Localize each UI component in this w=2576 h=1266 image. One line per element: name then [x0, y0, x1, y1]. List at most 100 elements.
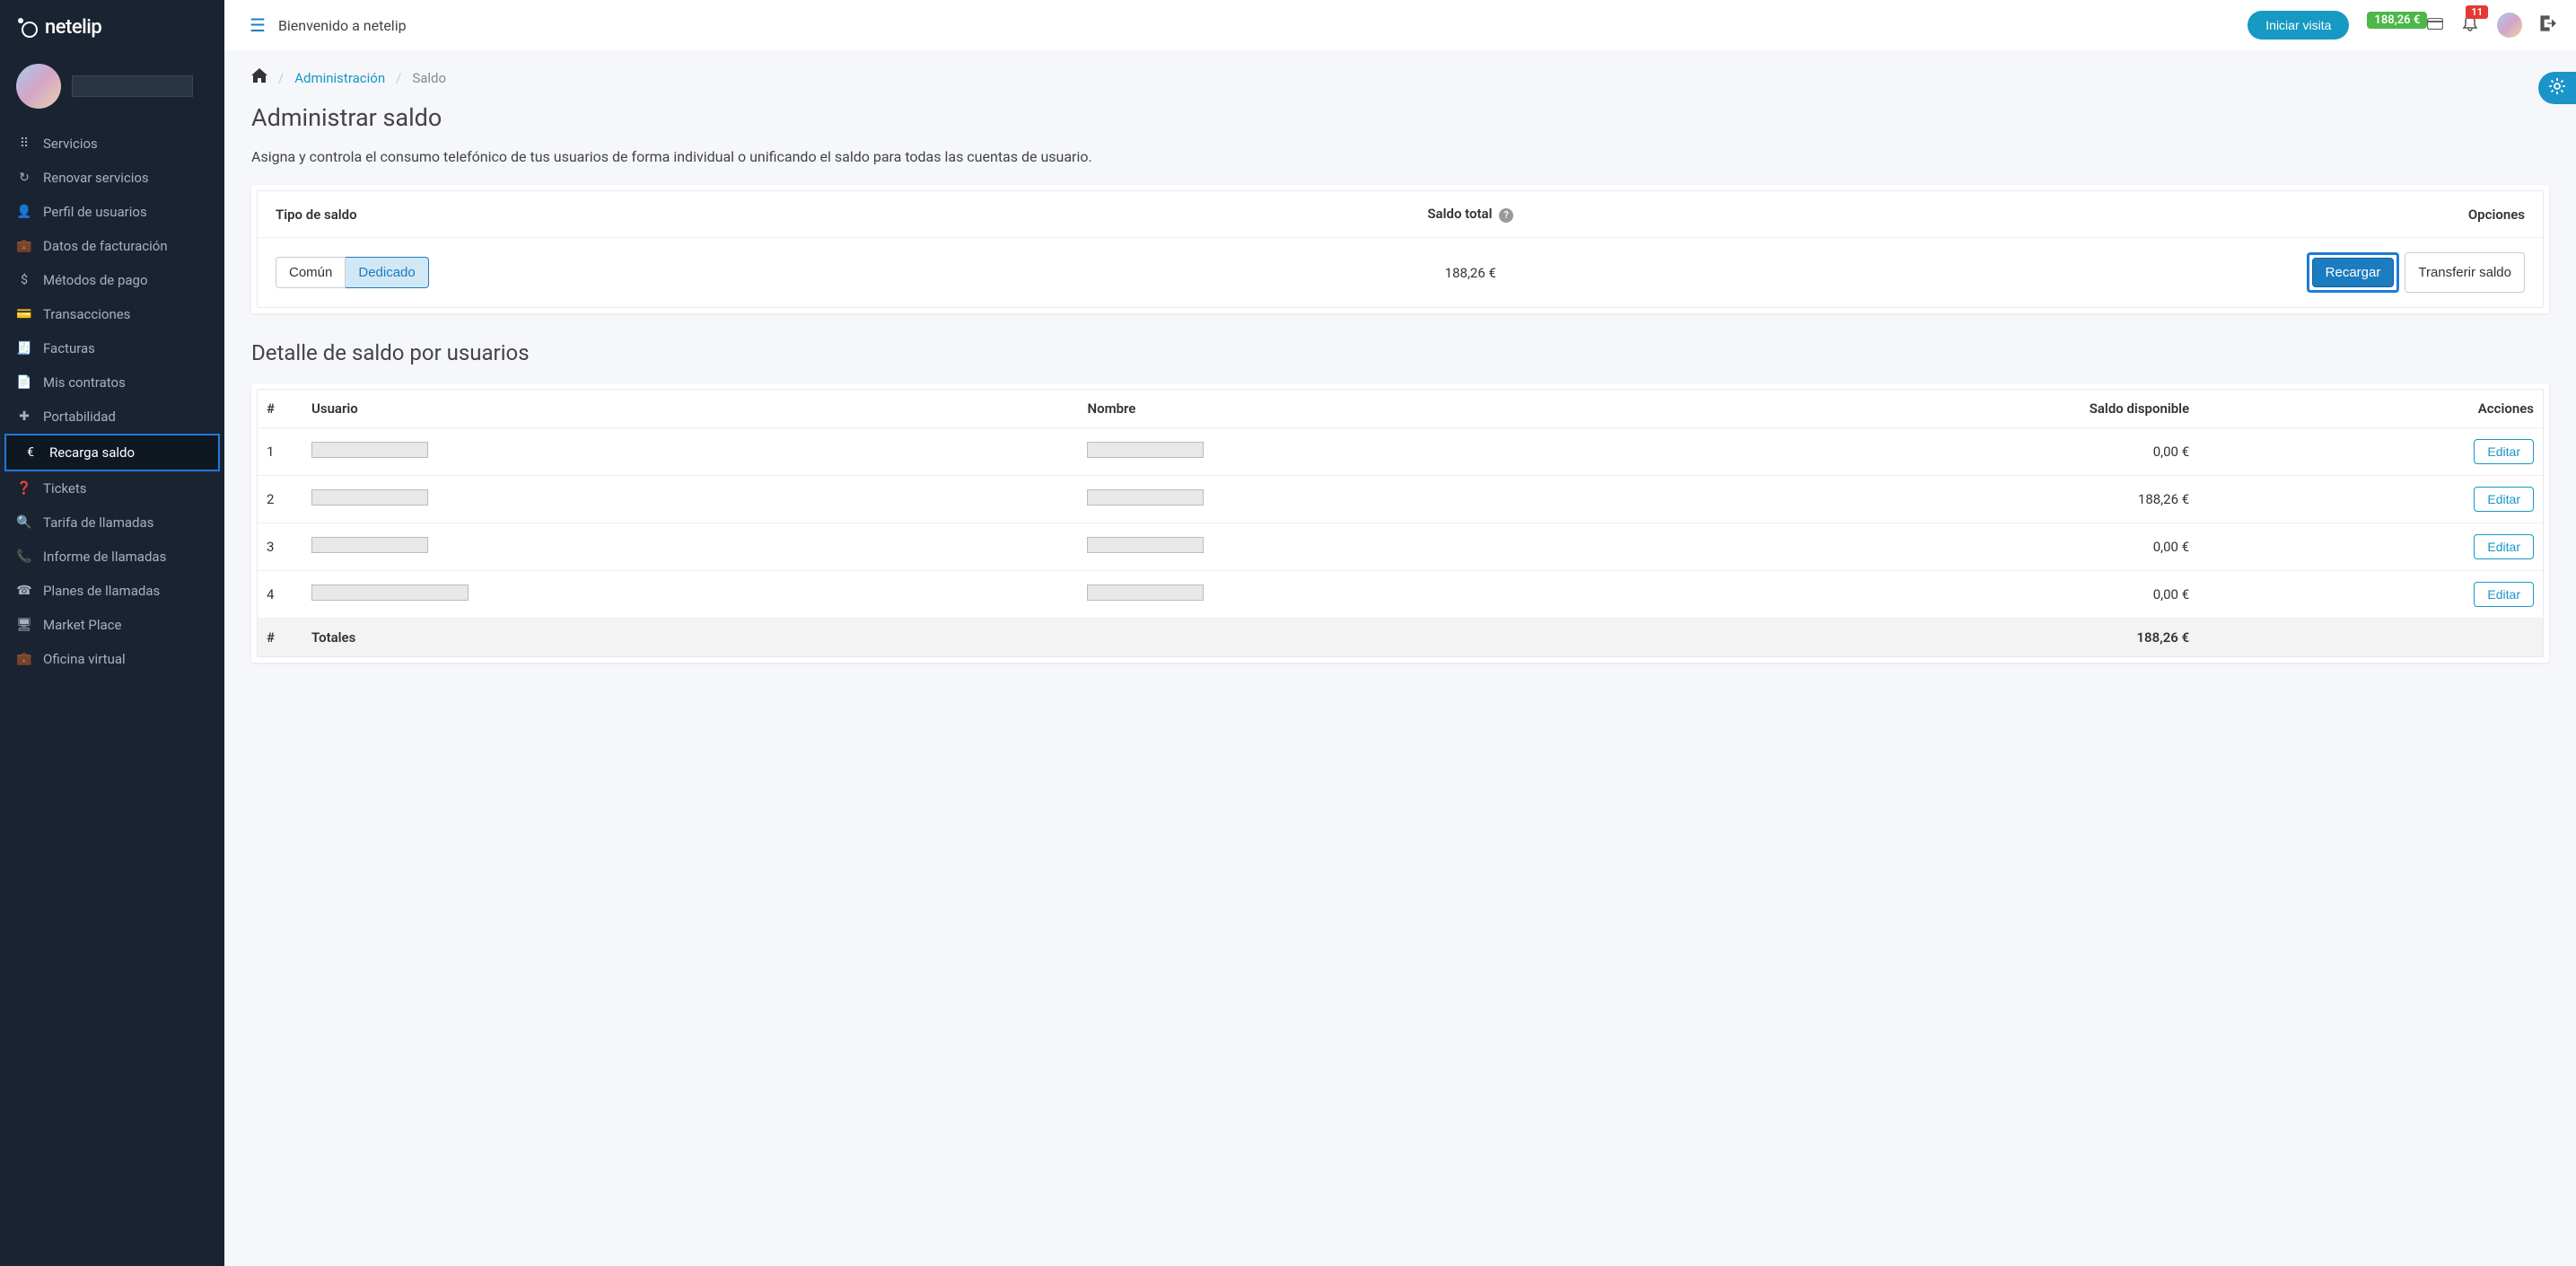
sidebar-item-perfil-de-usuarios[interactable]: 👤Perfil de usuarios	[0, 195, 224, 229]
menu-toggle-icon[interactable]: ☰	[250, 14, 266, 36]
col-options-header: Opciones	[1822, 207, 2525, 223]
brand-name: netelip	[45, 16, 101, 39]
notifications-button[interactable]: 11	[2461, 14, 2479, 37]
briefcase-icon: 💼	[16, 239, 32, 253]
topbar-avatar[interactable]	[2497, 13, 2522, 38]
totals-value: 188,26 €	[1675, 619, 2198, 657]
sidebar-item-label: Métodos de pago	[43, 272, 148, 288]
user-balance-table: # Usuario Nombre Saldo disponible Accion…	[258, 390, 2543, 656]
user-placeholder	[311, 537, 428, 553]
col-total-header: Saldo total	[1427, 206, 1492, 222]
sidebar-item-métodos-de-pago[interactable]: $ Métodos de pago	[0, 263, 224, 297]
toggle-dedicated[interactable]: Dedicado	[346, 257, 428, 288]
row-number: 2	[258, 476, 302, 523]
wallet-icon	[2427, 16, 2443, 35]
home-icon[interactable]	[251, 68, 267, 87]
recharge-button[interactable]: Recargar	[2312, 258, 2395, 287]
detail-section-title: Detalle de saldo por usuarios	[251, 340, 2549, 365]
sidebar-item-label: Portabilidad	[43, 409, 116, 425]
sidebar-item-market-place[interactable]: 🖥Market Place	[0, 608, 224, 642]
th-num: #	[258, 390, 302, 428]
edit-button[interactable]: Editar	[2474, 487, 2534, 512]
col-type-header: Tipo de saldo	[276, 207, 1119, 223]
sidebar-item-tickets[interactable]: ❓Tickets	[0, 471, 224, 506]
row-balance: 188,26 €	[1675, 476, 2198, 523]
sidebar-item-informe-de-llamadas[interactable]: 📞 Informe de llamadas	[0, 540, 224, 574]
logo-icon	[18, 18, 38, 38]
totals-num: #	[258, 619, 302, 657]
sidebar-nav: ⠿ Servicios ↻Renovar servicios👤Perfil de u…	[0, 127, 224, 676]
balance-chip[interactable]: 188,26 €	[2367, 16, 2443, 35]
name-placeholder	[1087, 537, 1204, 553]
sidebar-item-servicios[interactable]: ⠿ Servicios	[0, 127, 224, 161]
sidebar-item-label: Informe de llamadas	[43, 549, 166, 565]
settings-fab[interactable]	[2538, 72, 2576, 104]
sidebar-item-label: Recarga saldo	[49, 444, 135, 461]
sidebar-item-label: Tarifa de llamadas	[43, 514, 153, 531]
main-area: ☰ Bienvenido a netelip Iniciar visita 18…	[224, 0, 2576, 1266]
row-number: 1	[258, 428, 302, 476]
avatar	[16, 64, 61, 109]
logout-icon[interactable]	[2540, 14, 2558, 36]
row-number: 3	[258, 523, 302, 571]
sidebar-item-datos-de-facturación[interactable]: 💼 Datos de facturación	[0, 229, 224, 263]
name-placeholder	[1087, 442, 1204, 458]
file-icon: 📄	[16, 375, 32, 390]
sidebar-item-label: Mis contratos	[43, 374, 126, 391]
row-balance: 0,00 €	[1675, 571, 2198, 619]
brand-logo[interactable]: netelip	[0, 0, 224, 55]
edit-button[interactable]: Editar	[2474, 534, 2534, 559]
table-row: 2 188,26 € Editar	[258, 476, 2543, 523]
phone-icon: 📞	[16, 549, 32, 564]
balance-panel: Tipo de saldo Saldo total ? Opciones Com…	[251, 185, 2549, 313]
sidebar-item-portabilidad[interactable]: ✚ Portabilidad	[0, 400, 224, 434]
sidebar-item-label: Transacciones	[43, 306, 130, 322]
sidebar-item-label: Market Place	[43, 617, 121, 633]
content: / Administración / Saldo Administrar sal…	[224, 50, 2576, 1266]
toggle-common[interactable]: Común	[276, 257, 346, 288]
name-placeholder	[1087, 585, 1204, 601]
totals-label: Totales	[302, 619, 1078, 657]
sidebar-item-oficina-virtual[interactable]: 💼 Oficina virtual	[0, 642, 224, 676]
sidebar-item-tarifa-de-llamadas[interactable]: 🔍Tarifa de llamadas	[0, 506, 224, 540]
notifications-count: 11	[2466, 5, 2488, 19]
sidebar-item-label: Tickets	[43, 480, 87, 497]
sidebar-item-facturas[interactable]: 🧾Facturas	[0, 331, 224, 365]
sidebar-item-label: Datos de facturación	[43, 238, 168, 254]
welcome-text: Bienvenido a netelip	[278, 17, 407, 34]
profile-name-placeholder	[72, 75, 193, 97]
user-icon: 👤	[16, 205, 32, 219]
briefcase2-icon: 💼	[16, 652, 32, 666]
row-balance: 0,00 €	[1675, 428, 2198, 476]
refresh-icon: ↻	[16, 171, 32, 185]
sidebar-item-planes-de-llamadas[interactable]: ☎Planes de llamadas	[0, 574, 224, 608]
table-row: 1 0,00 € Editar	[258, 428, 2543, 476]
plus-icon: ✚	[16, 409, 32, 424]
name-placeholder	[1087, 489, 1204, 506]
th-available: Saldo disponible	[1675, 390, 2198, 428]
dollar-icon: $	[16, 273, 32, 287]
start-visit-button[interactable]: Iniciar visita	[2247, 11, 2349, 40]
breadcrumb-admin-link[interactable]: Administración	[294, 70, 385, 86]
row-balance: 0,00 €	[1675, 523, 2198, 571]
sidebar-item-label: Servicios	[43, 136, 98, 152]
breadcrumb-current: Saldo	[412, 70, 446, 86]
total-balance-value: 188,26 €	[1119, 265, 1822, 281]
sidebar-item-renovar-servicios[interactable]: ↻Renovar servicios	[0, 161, 224, 195]
transfer-balance-button[interactable]: Transferir saldo	[2405, 252, 2525, 293]
recharge-highlight: Recargar	[2307, 252, 2400, 293]
edit-button[interactable]: Editar	[2474, 439, 2534, 464]
grid-icon: ⠿	[16, 136, 32, 151]
th-user: Usuario	[302, 390, 1078, 428]
edit-button[interactable]: Editar	[2474, 582, 2534, 607]
sidebar-item-recarga-saldo[interactable]: €Recarga saldo	[4, 434, 220, 471]
sidebar-profile[interactable]	[0, 55, 224, 127]
sidebar-item-label: Oficina virtual	[43, 651, 126, 667]
sidebar-item-label: Facturas	[43, 340, 95, 356]
sidebar-item-mis-contratos[interactable]: 📄 Mis contratos	[0, 365, 224, 400]
row-number: 4	[258, 571, 302, 619]
help-icon[interactable]: ?	[1499, 208, 1513, 223]
table-row: 4 0,00 € Editar	[258, 571, 2543, 619]
card-icon: 💳	[16, 307, 32, 321]
sidebar-item-transacciones[interactable]: 💳 Transacciones	[0, 297, 224, 331]
